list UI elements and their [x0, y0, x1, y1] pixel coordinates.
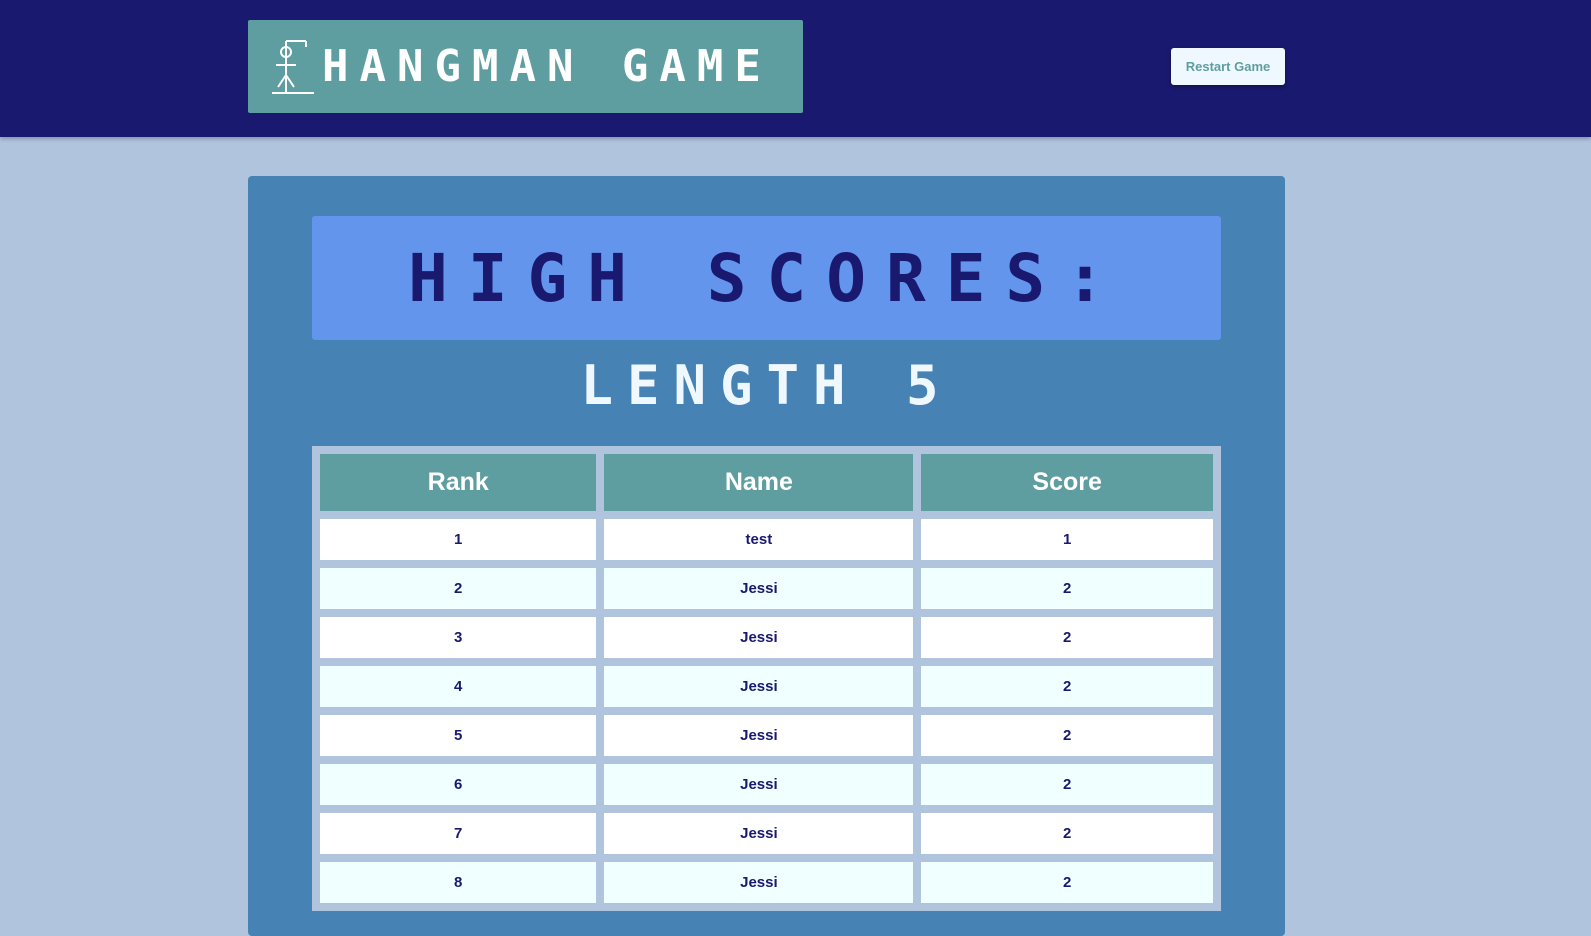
score-cell: 2 [921, 862, 1213, 903]
hangman-gallows-icon [272, 39, 314, 94]
table-header-row: Rank Name Score [320, 454, 1213, 511]
score-cell: 1 [921, 519, 1213, 560]
high-scores-banner: HIGH SCORES: [312, 216, 1221, 340]
rank-cell: 3 [320, 617, 597, 658]
top-header: HANGMAN GAME Restart Game [0, 0, 1591, 137]
word-length-subtitle: LENGTH 5 [580, 354, 953, 417]
column-header-score[interactable]: Score [921, 454, 1213, 511]
table-row: 6 Jessi 2 [320, 764, 1213, 805]
name-cell: Jessi [604, 715, 914, 756]
high-scores-panel: HIGH SCORES: LENGTH 5 Rank Name Score 1 … [248, 176, 1285, 936]
table-row: 4 Jessi 2 [320, 666, 1213, 707]
rank-cell: 2 [320, 568, 597, 609]
score-cell: 2 [921, 617, 1213, 658]
score-cell: 2 [921, 813, 1213, 854]
high-scores-title: HIGH SCORES: [408, 239, 1125, 317]
rank-cell: 8 [320, 862, 597, 903]
name-cell: Jessi [604, 862, 914, 903]
rank-cell: 4 [320, 666, 597, 707]
table-row: 8 Jessi 2 [320, 862, 1213, 903]
restart-game-button[interactable]: Restart Game [1171, 48, 1285, 85]
name-cell: test [604, 519, 914, 560]
column-header-rank[interactable]: Rank [320, 454, 597, 511]
table-row: 7 Jessi 2 [320, 813, 1213, 854]
name-cell: Jessi [604, 568, 914, 609]
table-row: 1 test 1 [320, 519, 1213, 560]
column-header-name[interactable]: Name [604, 454, 914, 511]
table-row: 2 Jessi 2 [320, 568, 1213, 609]
rank-cell: 7 [320, 813, 597, 854]
name-cell: Jessi [604, 764, 914, 805]
rank-cell: 1 [320, 519, 597, 560]
logo: HANGMAN GAME [248, 20, 803, 113]
table-row: 3 Jessi 2 [320, 617, 1213, 658]
score-cell: 2 [921, 715, 1213, 756]
high-scores-table-container: Rank Name Score 1 test 1 2 Jessi 2 3 Jes… [312, 446, 1221, 911]
high-scores-table: Rank Name Score 1 test 1 2 Jessi 2 3 Jes… [312, 446, 1221, 911]
table-row: 5 Jessi 2 [320, 715, 1213, 756]
name-cell: Jessi [604, 617, 914, 658]
rank-cell: 6 [320, 764, 597, 805]
rank-cell: 5 [320, 715, 597, 756]
name-cell: Jessi [604, 666, 914, 707]
score-cell: 2 [921, 764, 1213, 805]
name-cell: Jessi [604, 813, 914, 854]
score-cell: 2 [921, 666, 1213, 707]
score-cell: 2 [921, 568, 1213, 609]
app-title: HANGMAN GAME [322, 41, 772, 92]
